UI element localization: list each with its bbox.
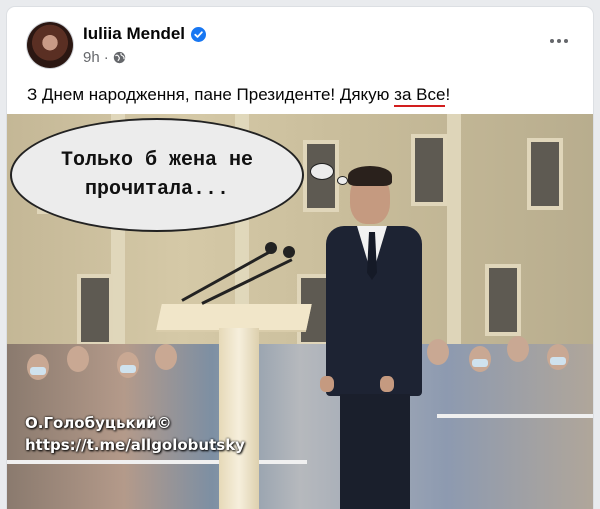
building-pillar — [447, 114, 461, 359]
speech-bubble: Только б жена не прочитала... — [10, 118, 304, 232]
building-window — [485, 264, 521, 336]
face-mask — [550, 357, 566, 365]
face-mask — [120, 365, 136, 373]
more-options-icon[interactable] — [547, 29, 571, 53]
meta-separator: · — [103, 49, 109, 66]
post-photo[interactable]: Только б жена не прочитала... О.Голобуць… — [7, 114, 593, 509]
author-avatar[interactable] — [27, 22, 73, 68]
speech-line-2: прочитала... — [84, 178, 230, 201]
post-caption: З Днем народження, пане Президенте! Дяку… — [27, 85, 451, 107]
building-window — [77, 274, 113, 346]
microphone-head — [283, 246, 295, 258]
caption-text: З Днем народження, пане Президенте! Дяку… — [27, 85, 395, 104]
man-trousers — [340, 394, 410, 509]
lectern-top — [156, 304, 312, 330]
post-card: Iuliia Mendel 9h · З Днем народження, па… — [7, 7, 593, 509]
crowd-person — [507, 336, 529, 362]
globe-icon[interactable] — [113, 51, 126, 64]
man-hand — [380, 376, 394, 392]
building-window — [527, 138, 563, 210]
speech-line-1: Только б жена не — [60, 149, 254, 172]
watermark-link: https://t.me/allgolobutsky — [25, 436, 245, 454]
barrier-rail — [437, 414, 593, 418]
microphone-head — [265, 242, 277, 254]
face-mask — [472, 359, 488, 367]
man-hand — [320, 376, 334, 392]
author-name[interactable]: Iuliia Mendel — [83, 24, 185, 44]
author-watermark: О.Голобуцький© https://t.me/allgolobutsk… — [25, 412, 245, 456]
verified-badge-icon — [191, 26, 207, 42]
caption-underlined-text: за Все — [394, 85, 446, 107]
man-hair — [348, 166, 392, 186]
crowd-person — [155, 344, 177, 370]
caption-end: ! — [445, 85, 451, 104]
thought-bubble-dot — [310, 163, 334, 180]
building-window — [411, 134, 447, 206]
barrier-rail — [7, 460, 307, 464]
face-mask — [30, 367, 46, 375]
post-author: Iuliia Mendel — [83, 24, 207, 44]
post-time[interactable]: 9h — [83, 49, 100, 66]
watermark-author: О.Голобуцький© — [25, 414, 172, 432]
crowd-person — [67, 346, 89, 372]
crowd-person — [427, 339, 449, 365]
thought-bubble-dot — [337, 176, 348, 185]
post-meta: 9h · — [83, 49, 126, 66]
